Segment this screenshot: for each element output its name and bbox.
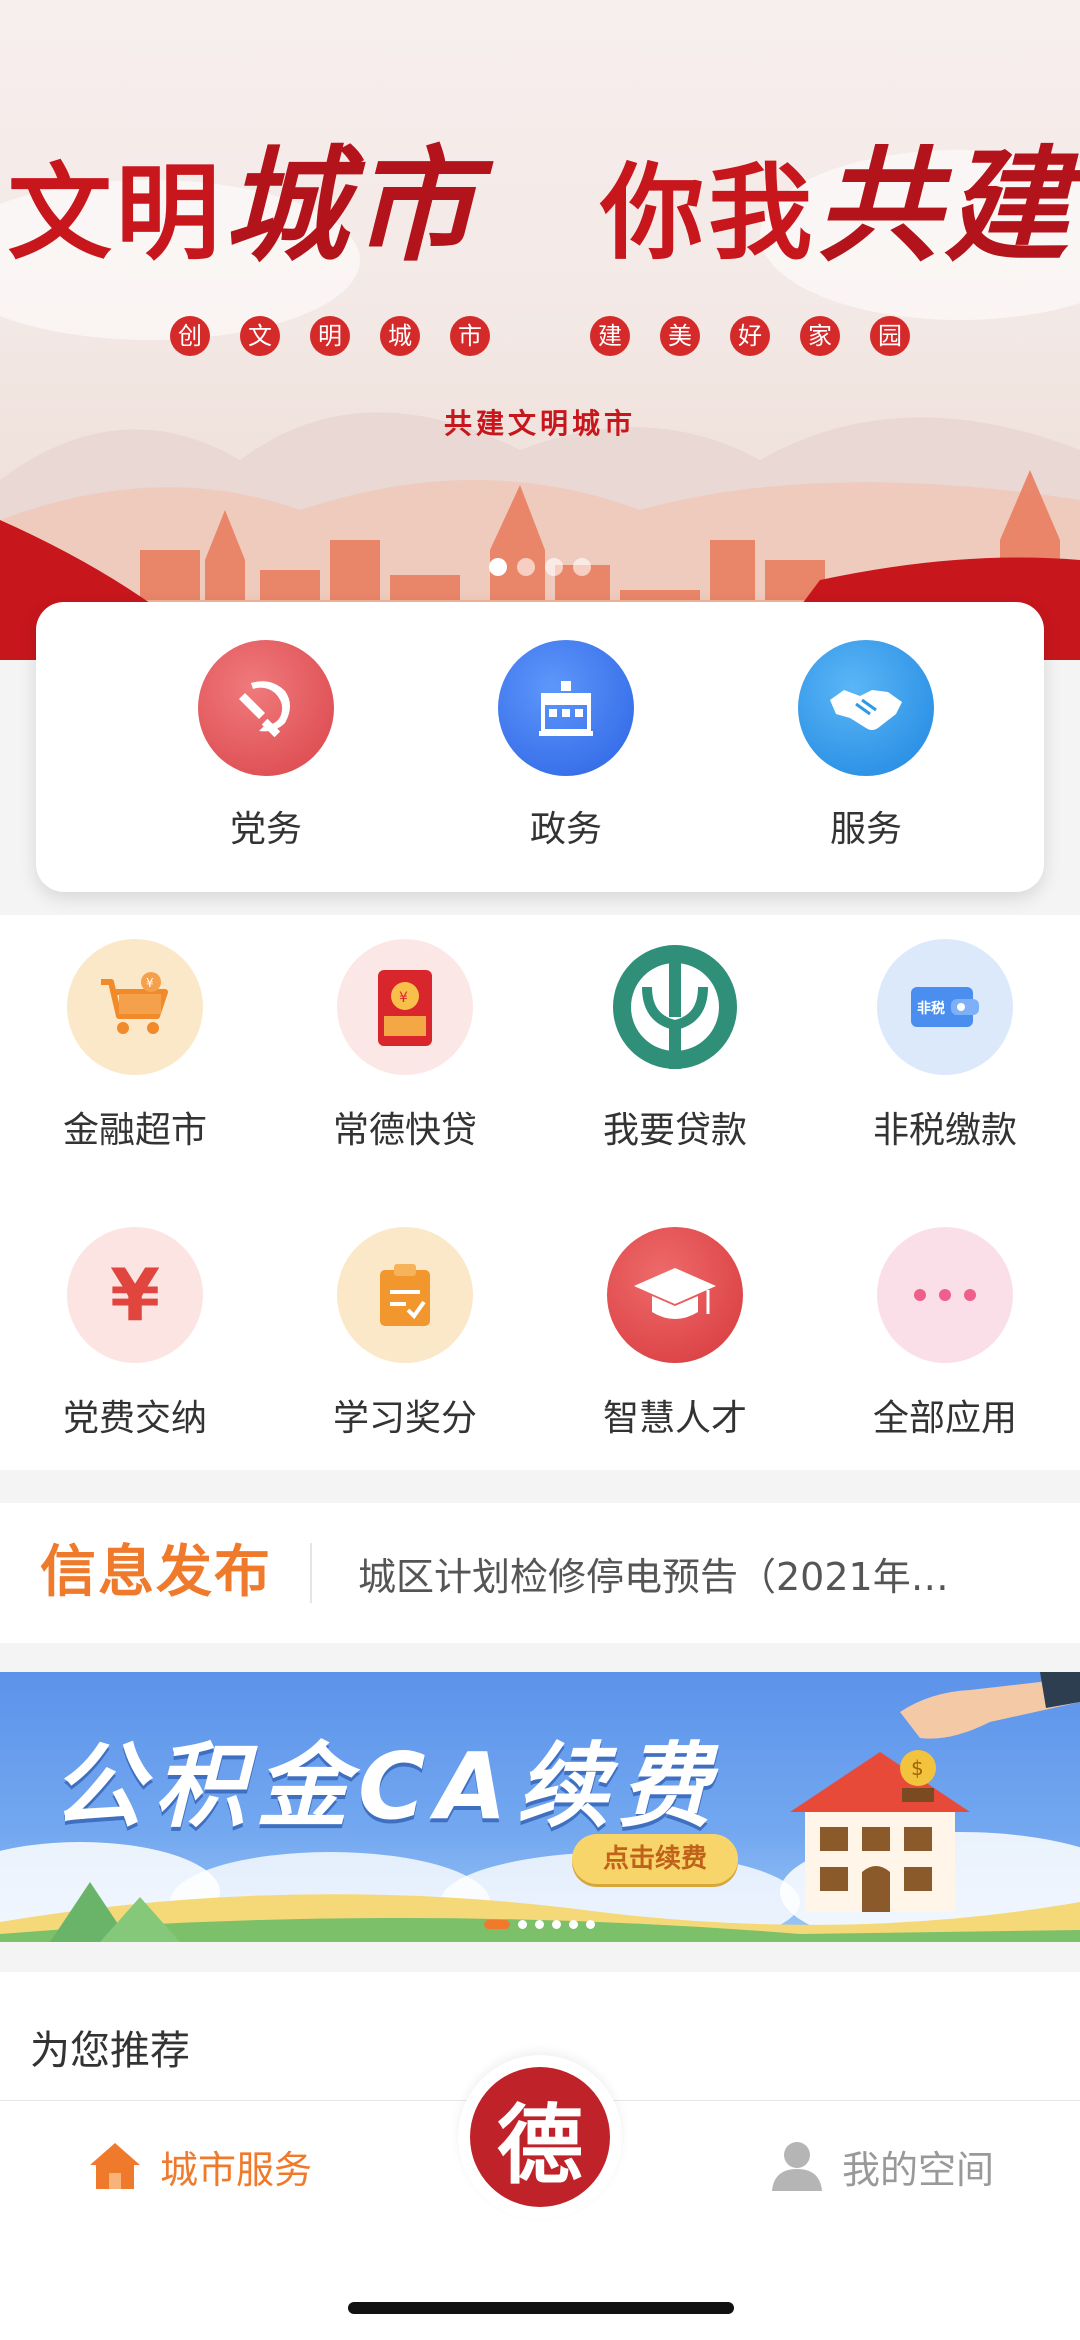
tab-label: 城市服务 <box>160 2147 313 2192</box>
home-indicator <box>348 2302 734 2314</box>
app-grid: ¥ 金融超市 ¥ 常德快贷 我要贷款 非税 非税缴款 ¥ 党费交纳 学习奖分 智… <box>0 915 1080 1470</box>
subtitle-char: 建 <box>590 316 630 356</box>
promo-title: 公积金CA续费 <box>52 1733 721 1840</box>
svg-text:$: $ <box>911 1756 924 1780</box>
app-label: 党费交纳 <box>62 1398 207 1439</box>
de-logo-icon: 德 <box>470 2067 610 2207</box>
app-changde-kuaidai[interactable]: ¥ 常德快贷 <box>270 939 540 1153</box>
news-ticker[interactable]: 信息发布 城区计划检修停电预告（2021年… <box>0 1503 1080 1643</box>
handshake-icon <box>798 640 934 776</box>
home-icon <box>90 2143 140 2189</box>
government-building-icon <box>498 640 634 776</box>
subtitle-char: 市 <box>450 316 490 356</box>
recommend-title: 为您推荐 <box>30 2028 190 2074</box>
service-dangwu[interactable]: 党务 <box>156 640 376 852</box>
wallet-card-icon: 非税 <box>877 939 1013 1075</box>
subtitle-char: 家 <box>800 316 840 356</box>
subtitle-char: 明 <box>310 316 350 356</box>
hero-banner[interactable]: 文明城市 你我共建 创文明城市建美好家园 共建文明城市 <box>0 0 1080 660</box>
carousel-dot[interactable] <box>573 558 591 576</box>
red-envelope-icon: ¥ <box>337 939 473 1075</box>
svg-text:¥: ¥ <box>399 990 408 1006</box>
carousel-dot[interactable] <box>569 1920 578 1929</box>
service-label: 政务 <box>529 809 602 850</box>
hero-carousel-dots[interactable] <box>0 558 1080 580</box>
news-title: 信息发布 <box>40 1543 312 1603</box>
hero-title-part: 共建 <box>816 134 1073 279</box>
app-jinrong-chaoshi[interactable]: ¥ 金融超市 <box>0 939 270 1153</box>
renew-button[interactable]: 点击续费 <box>572 1834 738 1884</box>
carousel-dot[interactable] <box>535 1920 544 1929</box>
app-dangfei-jiaona[interactable]: ¥ 党费交纳 <box>0 1227 270 1441</box>
app-label: 智慧人才 <box>602 1398 747 1439</box>
service-zhengwu[interactable]: 政务 <box>456 640 676 852</box>
service-label: 服务 <box>829 809 902 850</box>
news-headline[interactable]: 城区计划检修停电预告（2021年… <box>358 1546 998 1601</box>
carousel-dot[interactable] <box>517 558 535 576</box>
carousel-dot[interactable] <box>545 558 563 576</box>
app-label: 非税缴款 <box>872 1110 1017 1151</box>
subtitle-char: 园 <box>870 316 910 356</box>
yen-icon: ¥ <box>67 1227 203 1363</box>
subtitle-char: 文 <box>240 316 280 356</box>
tab-my-space[interactable]: 我的空间 <box>768 2137 994 2195</box>
carousel-dot[interactable] <box>586 1920 595 1929</box>
app-label: 金融超市 <box>62 1110 207 1151</box>
app-feishui-jiaokuan[interactable]: 非税 非税缴款 <box>810 939 1080 1153</box>
subtitle-char: 创 <box>170 316 210 356</box>
svg-text:¥: ¥ <box>146 976 154 990</box>
graduation-cap-icon <box>607 1227 743 1363</box>
app-xuexi-jiangfen[interactable]: 学习奖分 <box>270 1227 540 1441</box>
hero-title: 文明城市 你我共建 <box>0 105 1080 285</box>
hero-title-part: 城市 <box>223 134 480 279</box>
hero-subtitle: 创文明城市 建美好家园 <box>0 316 1080 356</box>
app-zhihui-rencai[interactable]: 智慧人才 <box>540 1227 810 1441</box>
main-services-card: 党务 政务 服务 <box>36 602 1044 892</box>
app-label: 常德快贷 <box>332 1110 477 1151</box>
subtitle-char: 好 <box>730 316 770 356</box>
more-dots-icon <box>877 1227 1013 1363</box>
carousel-dot[interactable] <box>552 1920 561 1929</box>
hero-tagline: 共建文明城市 <box>443 407 636 440</box>
clipboard-check-icon <box>337 1227 473 1363</box>
app-label: 全部应用 <box>872 1398 1017 1439</box>
tab-label: 我的空间 <box>842 2147 995 2192</box>
service-fuwu[interactable]: 服务 <box>756 640 976 852</box>
subtitle-char: 城 <box>380 316 420 356</box>
app-quanbu-yingyong[interactable]: 全部应用 <box>810 1227 1080 1441</box>
user-icon <box>772 2142 822 2191</box>
hero-title-part: 你我 <box>600 151 817 274</box>
center-de-button[interactable]: 德 <box>458 2055 622 2219</box>
carousel-dot[interactable] <box>484 1920 510 1929</box>
app-woyao-daikuan[interactable]: 我要贷款 <box>540 939 810 1153</box>
hero-title-part: 文明 <box>7 151 224 274</box>
tab-city-services[interactable]: 城市服务 <box>86 2137 312 2195</box>
abc-bank-logo-icon <box>607 939 743 1075</box>
shopping-cart-icon: ¥ <box>67 939 203 1075</box>
promo-banner[interactable]: $ 公积金CA续费 点击续费 <box>0 1672 1080 1942</box>
app-label: 学习奖分 <box>332 1398 477 1439</box>
hammer-sickle-icon <box>198 640 334 776</box>
app-label: 我要贷款 <box>602 1110 747 1151</box>
svg-text:非税: 非税 <box>917 1000 945 1017</box>
service-label: 党务 <box>229 809 302 850</box>
carousel-dot[interactable] <box>489 558 507 576</box>
carousel-dot[interactable] <box>518 1920 527 1929</box>
promo-carousel-dots[interactable] <box>480 1914 599 1933</box>
subtitle-char: 美 <box>660 316 700 356</box>
